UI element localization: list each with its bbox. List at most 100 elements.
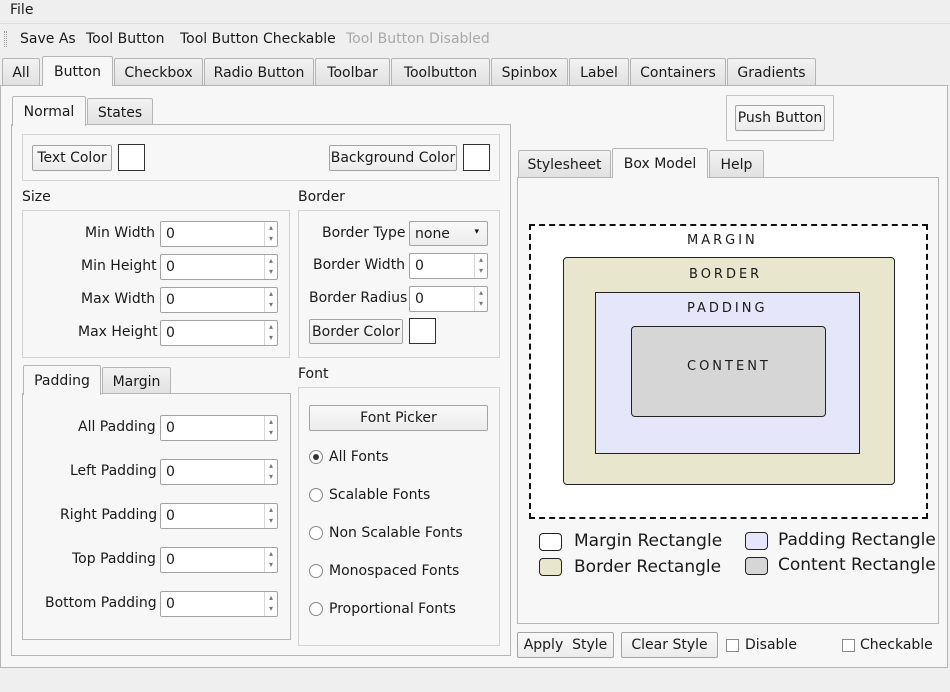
tab-toolbar[interactable]: Toolbar: [315, 58, 390, 86]
right-padding-label: Right Padding: [60, 507, 158, 523]
padding-label: PADDING: [687, 301, 768, 316]
radio-monospaced-fonts[interactable]: [309, 564, 323, 578]
toolbar: Save As Tool Button Tool Button Checkabl…: [0, 25, 950, 55]
status-bar: [0, 670, 950, 692]
border-legend-label: Border Rectangle: [574, 557, 722, 577]
all-padding-label: All Padding: [78, 419, 156, 435]
radio-all-fonts-label[interactable]: All Fonts: [329, 449, 389, 465]
spin-arrows-icon[interactable]: ▴ ▾: [474, 287, 487, 311]
menu-file[interactable]: File: [10, 2, 33, 18]
disable-checkbox-label[interactable]: Disable: [745, 637, 797, 653]
tab-gradients[interactable]: Gradients: [727, 58, 816, 86]
radio-proportional-fonts[interactable]: [309, 602, 323, 616]
border-color-button[interactable]: Border Color: [309, 319, 403, 344]
left-padding-label: Left Padding: [70, 463, 157, 479]
disable-checkbox[interactable]: [726, 639, 739, 652]
radio-non-scalable-fonts-label[interactable]: Non Scalable Fonts: [329, 525, 463, 541]
spin-arrows-icon[interactable]: ▴ ▾: [264, 416, 277, 440]
checkable-checkbox-label[interactable]: Checkable: [860, 637, 933, 653]
min-height-spinbox[interactable]: 0 ▴ ▾: [160, 254, 278, 280]
tool-button-disabled: Tool Button Disabled: [346, 31, 490, 47]
font-title: Font: [298, 366, 329, 382]
radio-all-fonts[interactable]: [309, 450, 323, 464]
radio-scalable-fonts-label[interactable]: Scalable Fonts: [329, 487, 430, 503]
tab-toolbutton[interactable]: Toolbutton: [391, 58, 490, 86]
tab-box-model[interactable]: Box Model: [612, 148, 708, 178]
toolbar-grip[interactable]: [4, 31, 7, 47]
font-picker-button[interactable]: Font Picker: [309, 405, 488, 431]
border-legend-swatch: [539, 558, 562, 576]
min-width-spinbox[interactable]: 0 ▴ ▾: [160, 221, 278, 247]
padding-legend-label: Padding Rectangle: [778, 530, 936, 550]
tool-button-checkable[interactable]: Tool Button Checkable: [180, 31, 336, 47]
border-color-swatch: [409, 318, 436, 344]
tab-states[interactable]: States: [87, 98, 153, 126]
spin-arrows-icon[interactable]: ▴ ▾: [264, 222, 277, 246]
border-width-spinbox[interactable]: 0 ▴ ▾: [409, 253, 488, 279]
content-legend-swatch: [745, 557, 768, 575]
text-color-swatch: [118, 144, 145, 171]
checkable-checkbox[interactable]: [842, 639, 855, 652]
tab-radio-button[interactable]: Radio Button: [204, 58, 314, 86]
border-radius-spinbox[interactable]: 0 ▴ ▾: [409, 286, 488, 312]
spin-arrows-icon[interactable]: ▴ ▾: [264, 288, 277, 312]
max-height-spinbox[interactable]: 0 ▴ ▾: [160, 320, 278, 346]
border-title: Border: [298, 189, 345, 205]
min-width-label: Min Width: [85, 225, 155, 241]
border-label: BORDER: [689, 267, 763, 282]
right-padding-spinbox[interactable]: 0 ▴ ▾: [160, 503, 278, 529]
menubar: File: [0, 0, 950, 24]
all-padding-spinbox[interactable]: 0 ▴ ▾: [160, 415, 278, 441]
margin-legend-swatch: [539, 533, 562, 551]
min-height-label: Min Height: [81, 258, 157, 274]
margin-legend-label: Margin Rectangle: [574, 531, 723, 551]
apply-style-button[interactable]: Apply Style: [517, 632, 614, 658]
text-color-button[interactable]: Text Color: [32, 145, 112, 171]
radio-proportional-fonts-label[interactable]: Proportional Fonts: [329, 601, 456, 617]
preview-push-button[interactable]: Push Button: [735, 105, 825, 131]
size-title: Size: [22, 189, 51, 205]
save-as-tool-button[interactable]: Save As: [20, 31, 76, 47]
max-width-spinbox[interactable]: 0 ▴ ▾: [160, 287, 278, 313]
tab-all[interactable]: All: [2, 58, 40, 86]
spin-arrows-icon[interactable]: ▴ ▾: [264, 255, 277, 279]
tab-spinbox[interactable]: Spinbox: [491, 58, 568, 86]
border-type-select[interactable]: none ▾: [409, 221, 488, 246]
border-type-label: Border Type: [322, 225, 406, 241]
max-height-label: Max Height: [78, 324, 158, 340]
tab-containers[interactable]: Containers: [630, 58, 726, 86]
background-color-button[interactable]: Background Color: [329, 145, 457, 171]
tab-stylesheet[interactable]: Stylesheet: [518, 150, 611, 178]
content-legend-label: Content Rectangle: [778, 555, 936, 575]
chevron-down-icon: ▾: [474, 227, 479, 237]
border-width-label: Border Width: [313, 257, 406, 273]
content-label: CONTENT: [687, 359, 771, 374]
max-width-label: Max Width: [81, 291, 156, 307]
top-padding-spinbox[interactable]: 0 ▴ ▾: [160, 547, 278, 573]
spin-arrows-icon[interactable]: ▴ ▾: [264, 592, 277, 616]
radio-monospaced-fonts-label[interactable]: Monospaced Fonts: [329, 563, 459, 579]
spin-arrows-icon[interactable]: ▴ ▾: [474, 254, 487, 278]
left-padding-spinbox[interactable]: 0 ▴ ▾: [160, 459, 278, 485]
tab-margin[interactable]: Margin: [102, 367, 171, 395]
spin-arrows-icon[interactable]: ▴ ▾: [264, 321, 277, 345]
padding-legend-swatch: [745, 532, 768, 550]
margin-label: MARGIN: [687, 233, 758, 248]
bottom-padding-label: Bottom Padding: [45, 595, 157, 611]
top-padding-label: Top Padding: [72, 551, 156, 567]
bottom-padding-spinbox[interactable]: 0 ▴ ▾: [160, 591, 278, 617]
tool-button[interactable]: Tool Button: [86, 31, 165, 47]
radio-non-scalable-fonts[interactable]: [309, 526, 323, 540]
spin-arrows-icon[interactable]: ▴ ▾: [264, 504, 277, 528]
background-color-swatch: [463, 144, 490, 171]
spin-arrows-icon[interactable]: ▴ ▾: [264, 548, 277, 572]
tab-button[interactable]: Button: [42, 56, 113, 86]
tab-checkbox[interactable]: Checkbox: [114, 58, 203, 86]
tab-padding[interactable]: Padding: [23, 365, 101, 395]
tab-normal[interactable]: Normal: [12, 96, 86, 126]
tab-label[interactable]: Label: [569, 58, 629, 86]
tab-help[interactable]: Help: [709, 150, 764, 178]
spin-arrows-icon[interactable]: ▴ ▾: [264, 460, 277, 484]
radio-scalable-fonts[interactable]: [309, 488, 323, 502]
clear-style-button[interactable]: Clear Style: [621, 632, 718, 658]
